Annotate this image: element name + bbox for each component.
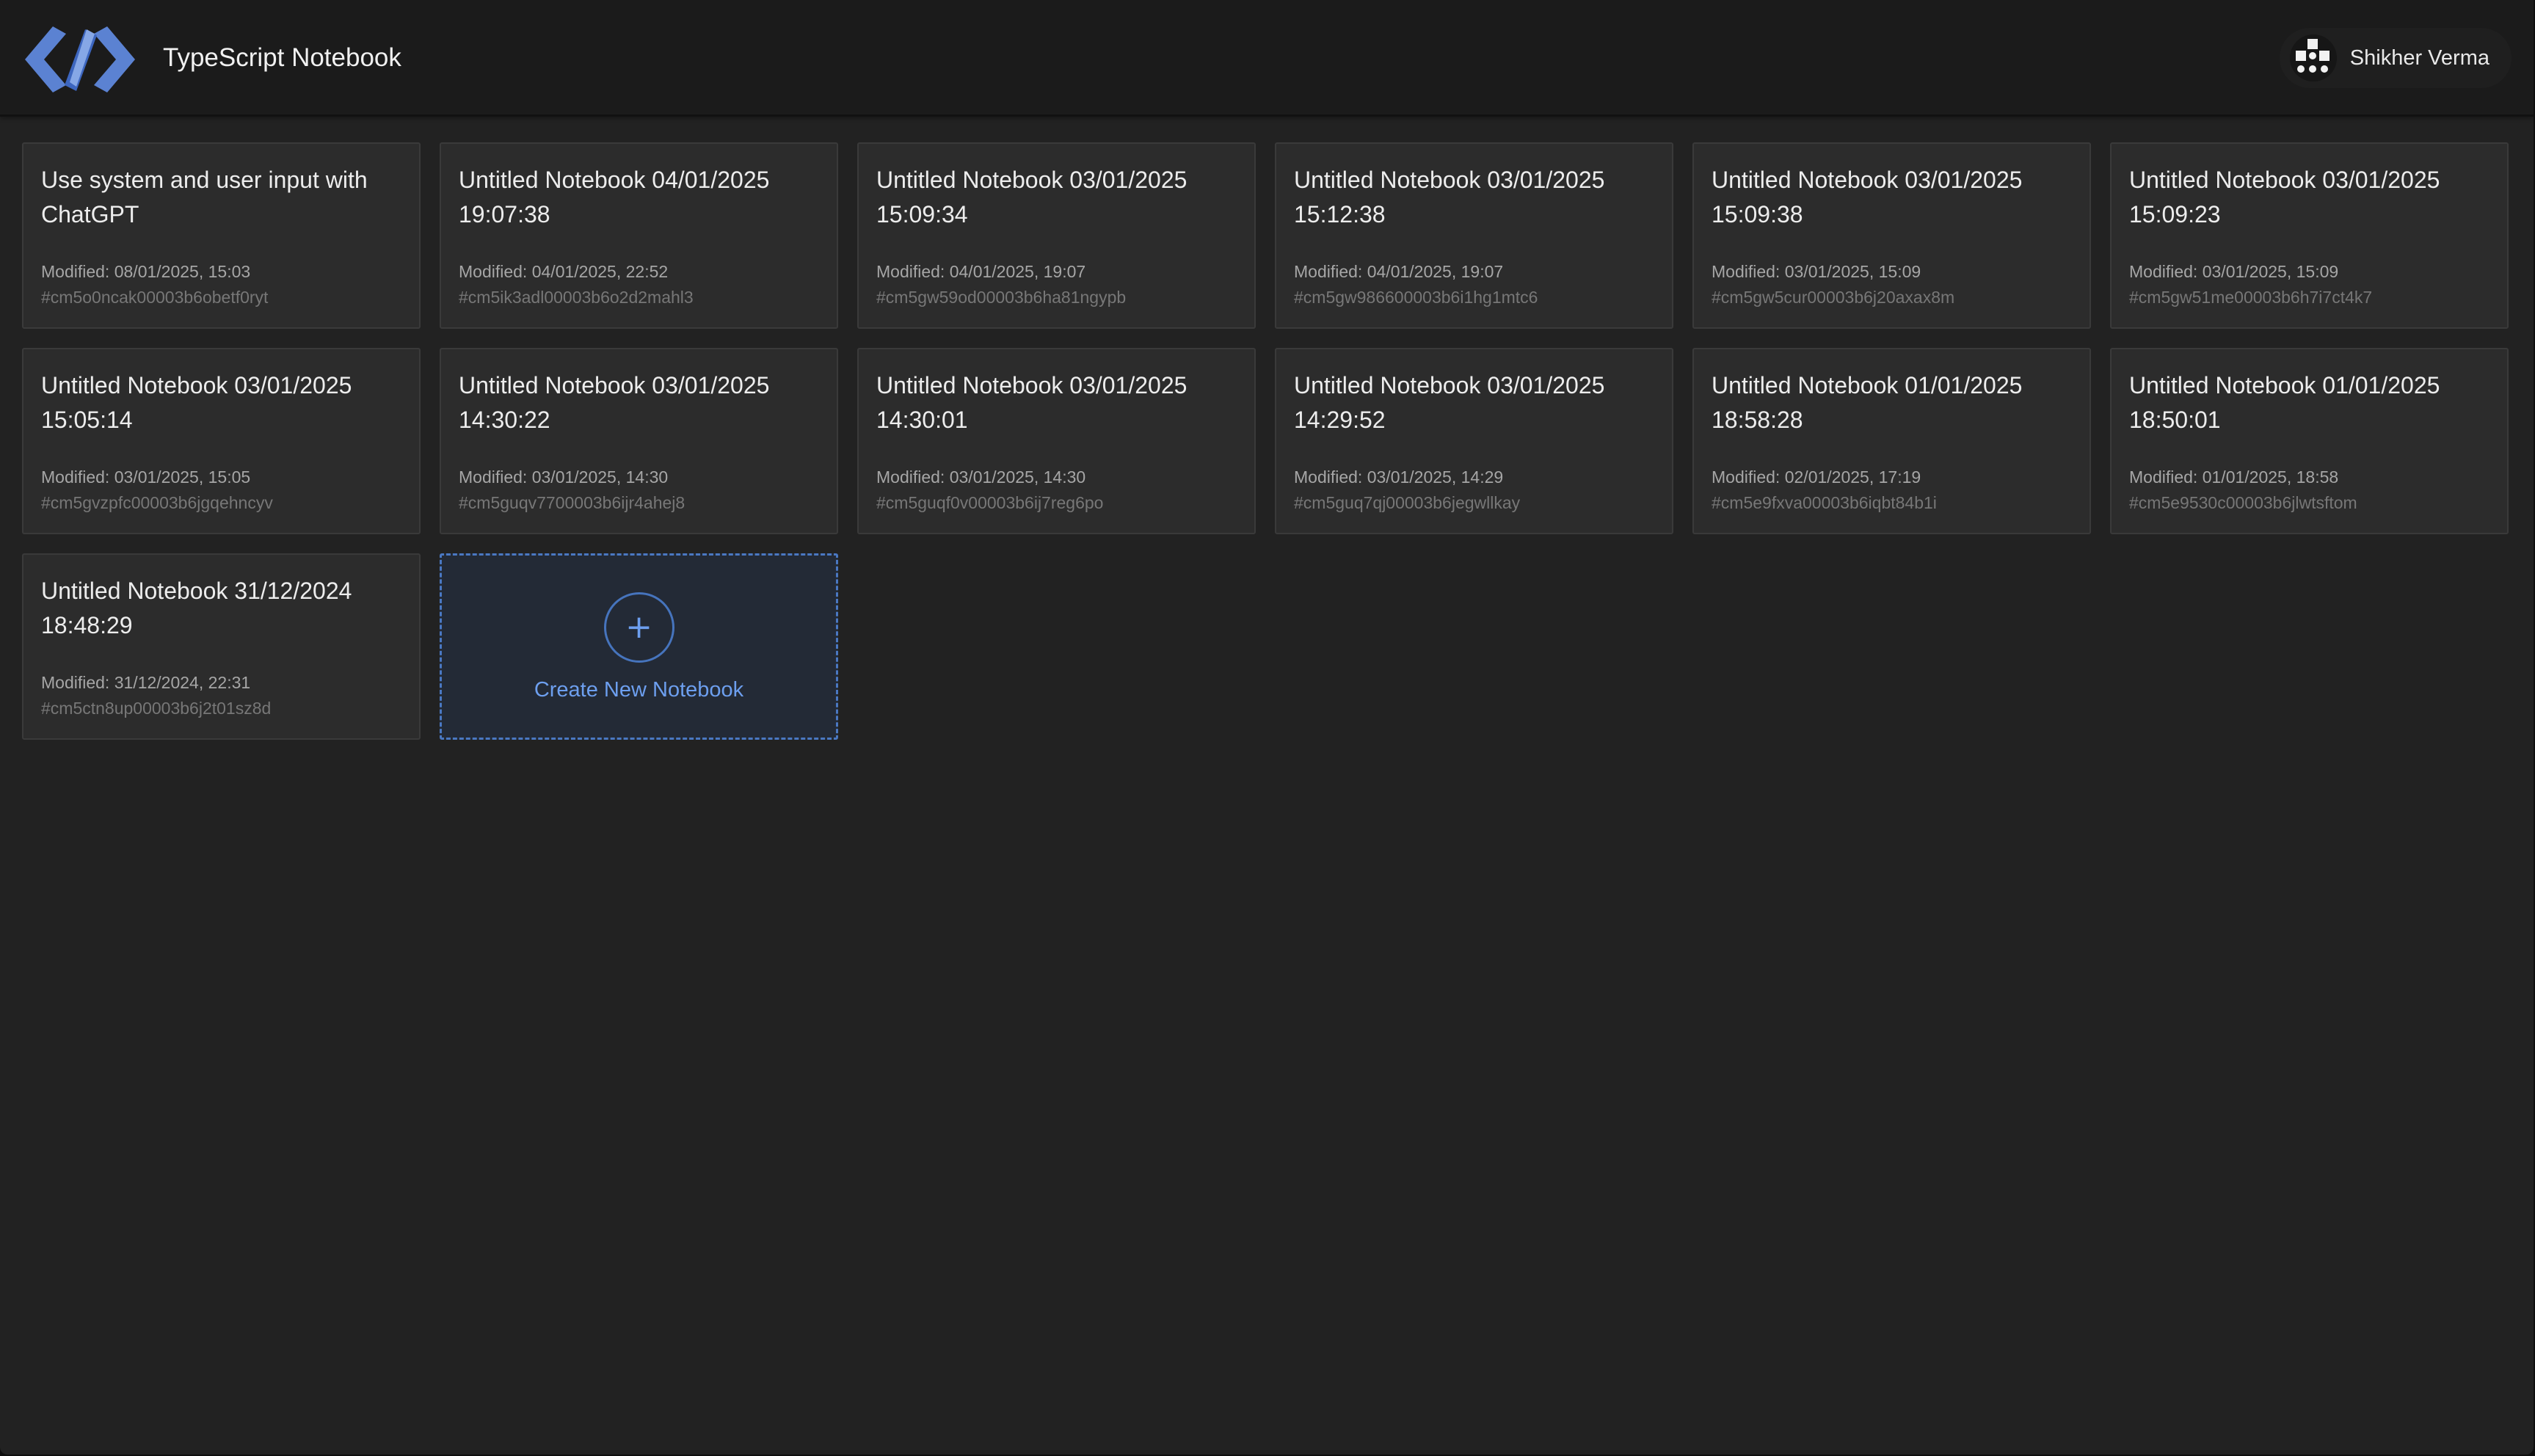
notebook-card[interactable]: Untitled Notebook 01/01/2025 18:58:28 Mo… — [1692, 348, 2091, 534]
notebook-id: #cm5ik3adl00003b6o2d2mahl3 — [459, 288, 694, 307]
notebook-id: #cm5guqv7700003b6ijr4ahej8 — [459, 493, 685, 512]
notebook-title: Untitled Notebook 03/01/2025 15:05:14 — [41, 372, 352, 433]
notebook-card[interactable]: Untitled Notebook 03/01/2025 15:12:38 Mo… — [1275, 142, 1673, 329]
notebook-grid: Use system and user input with ChatGPT M… — [22, 142, 2512, 740]
notebook-modified: Modified: 03/01/2025, 15:05 — [41, 467, 251, 487]
notebook-title: Untitled Notebook 03/01/2025 14:29:52 — [1294, 372, 1605, 433]
code-brackets-logo-icon[interactable] — [25, 26, 135, 92]
notebook-card[interactable]: Untitled Notebook 03/01/2025 15:09:23 Mo… — [2110, 142, 2509, 329]
notebook-id: #cm5gw59od00003b6ha81ngypb — [876, 288, 1127, 307]
notebook-title: Untitled Notebook 03/01/2025 15:09:38 — [1712, 167, 2023, 228]
notebook-modified: Modified: 03/01/2025, 14:30 — [459, 467, 669, 487]
user-name: Shikher Verma — [2349, 46, 2489, 70]
notebook-modified: Modified: 03/01/2025, 14:30 — [876, 467, 1086, 487]
notebook-title: Untitled Notebook 03/01/2025 15:09:34 — [876, 167, 1188, 228]
notebook-title: Untitled Notebook 31/12/2024 18:48:29 — [41, 578, 352, 638]
notebook-modified: Modified: 03/01/2025, 15:09 — [2129, 262, 2339, 281]
notebook-card[interactable]: Untitled Notebook 03/01/2025 15:09:38 Mo… — [1692, 142, 2091, 329]
notebook-title: Untitled Notebook 03/01/2025 15:12:38 — [1294, 167, 1605, 228]
app-title: TypeScript Notebook — [163, 43, 401, 72]
notebook-id: #cm5gw986600003b6i1hg1mtc6 — [1294, 288, 1538, 307]
notebook-modified: Modified: 01/01/2025, 18:58 — [2129, 467, 2339, 487]
notebook-title: Untitled Notebook 01/01/2025 18:58:28 — [1712, 372, 2023, 433]
top-bar: TypeScript Notebook Shikher Verma — [0, 0, 2534, 117]
notebook-id: #cm5o0ncak00003b6obetf0ryt — [41, 288, 269, 307]
notebook-modified: Modified: 03/01/2025, 15:09 — [1712, 262, 1921, 281]
user-avatar-icon — [2289, 34, 2337, 81]
notebook-modified: Modified: 02/01/2025, 17:19 — [1712, 467, 1921, 487]
notebook-id: #cm5guqf0v00003b6ij7reg6po — [876, 493, 1104, 512]
notebook-id: #cm5e9530c00003b6jlwtsftom — [2129, 493, 2357, 512]
notebook-title: Untitled Notebook 03/01/2025 15:09:23 — [2129, 167, 2440, 228]
notebook-id: #cm5gw51me00003b6h7i7ct4k7 — [2129, 288, 2373, 307]
notebook-modified: Modified: 08/01/2025, 15:03 — [41, 262, 251, 281]
notebook-card[interactable]: Untitled Notebook 03/01/2025 14:30:01 Mo… — [857, 348, 1256, 534]
notebook-id: #cm5e9fxva00003b6iqbt84b1i — [1712, 493, 1937, 512]
notebook-card[interactable]: Untitled Notebook 04/01/2025 19:07:38 Mo… — [440, 142, 838, 329]
notebook-id: #cm5gw5cur00003b6j20axax8m — [1712, 288, 1955, 307]
notebook-title: Untitled Notebook 03/01/2025 14:30:01 — [876, 372, 1188, 433]
notebook-title: Use system and user input with ChatGPT — [41, 167, 368, 228]
notebook-card[interactable]: Untitled Notebook 31/12/2024 18:48:29 Mo… — [22, 553, 421, 740]
app-window: TypeScript Notebook Shikher Verma Use sy… — [0, 0, 2534, 1455]
notebook-id: #cm5guq7qj00003b6jegwllkay — [1294, 493, 1521, 512]
notebook-modified: Modified: 04/01/2025, 19:07 — [1294, 262, 1504, 281]
notebook-title: Untitled Notebook 04/01/2025 19:07:38 — [459, 167, 770, 228]
notebook-card[interactable]: Use system and user input with ChatGPT M… — [22, 142, 421, 329]
notebook-card[interactable]: Untitled Notebook 03/01/2025 14:30:22 Mo… — [440, 348, 838, 534]
notebook-title: Untitled Notebook 01/01/2025 18:50:01 — [2129, 372, 2440, 433]
notebook-id: #cm5gvzpfc00003b6jgqehncyv — [41, 493, 273, 512]
notebook-title: Untitled Notebook 03/01/2025 14:30:22 — [459, 372, 770, 433]
notebook-modified: Modified: 03/01/2025, 14:29 — [1294, 467, 1504, 487]
notebook-card[interactable]: Untitled Notebook 03/01/2025 14:29:52 Mo… — [1275, 348, 1673, 534]
notebook-card[interactable]: Untitled Notebook 03/01/2025 15:05:14 Mo… — [22, 348, 421, 534]
notebook-modified: Modified: 04/01/2025, 19:07 — [876, 262, 1086, 281]
create-notebook-button[interactable]: + Create New Notebook — [440, 553, 838, 740]
notebook-card[interactable]: Untitled Notebook 01/01/2025 18:50:01 Mo… — [2110, 348, 2509, 534]
plus-icon: + — [603, 592, 674, 663]
create-notebook-label: Create New Notebook — [534, 678, 744, 702]
user-menu-button[interactable]: Shikher Verma — [2279, 28, 2512, 88]
notebook-id: #cm5ctn8up00003b6j2t01sz8d — [41, 699, 272, 718]
notebook-modified: Modified: 04/01/2025, 22:52 — [459, 262, 669, 281]
notebook-card[interactable]: Untitled Notebook 03/01/2025 15:09:34 Mo… — [857, 142, 1256, 329]
notebook-modified: Modified: 31/12/2024, 22:31 — [41, 673, 251, 692]
